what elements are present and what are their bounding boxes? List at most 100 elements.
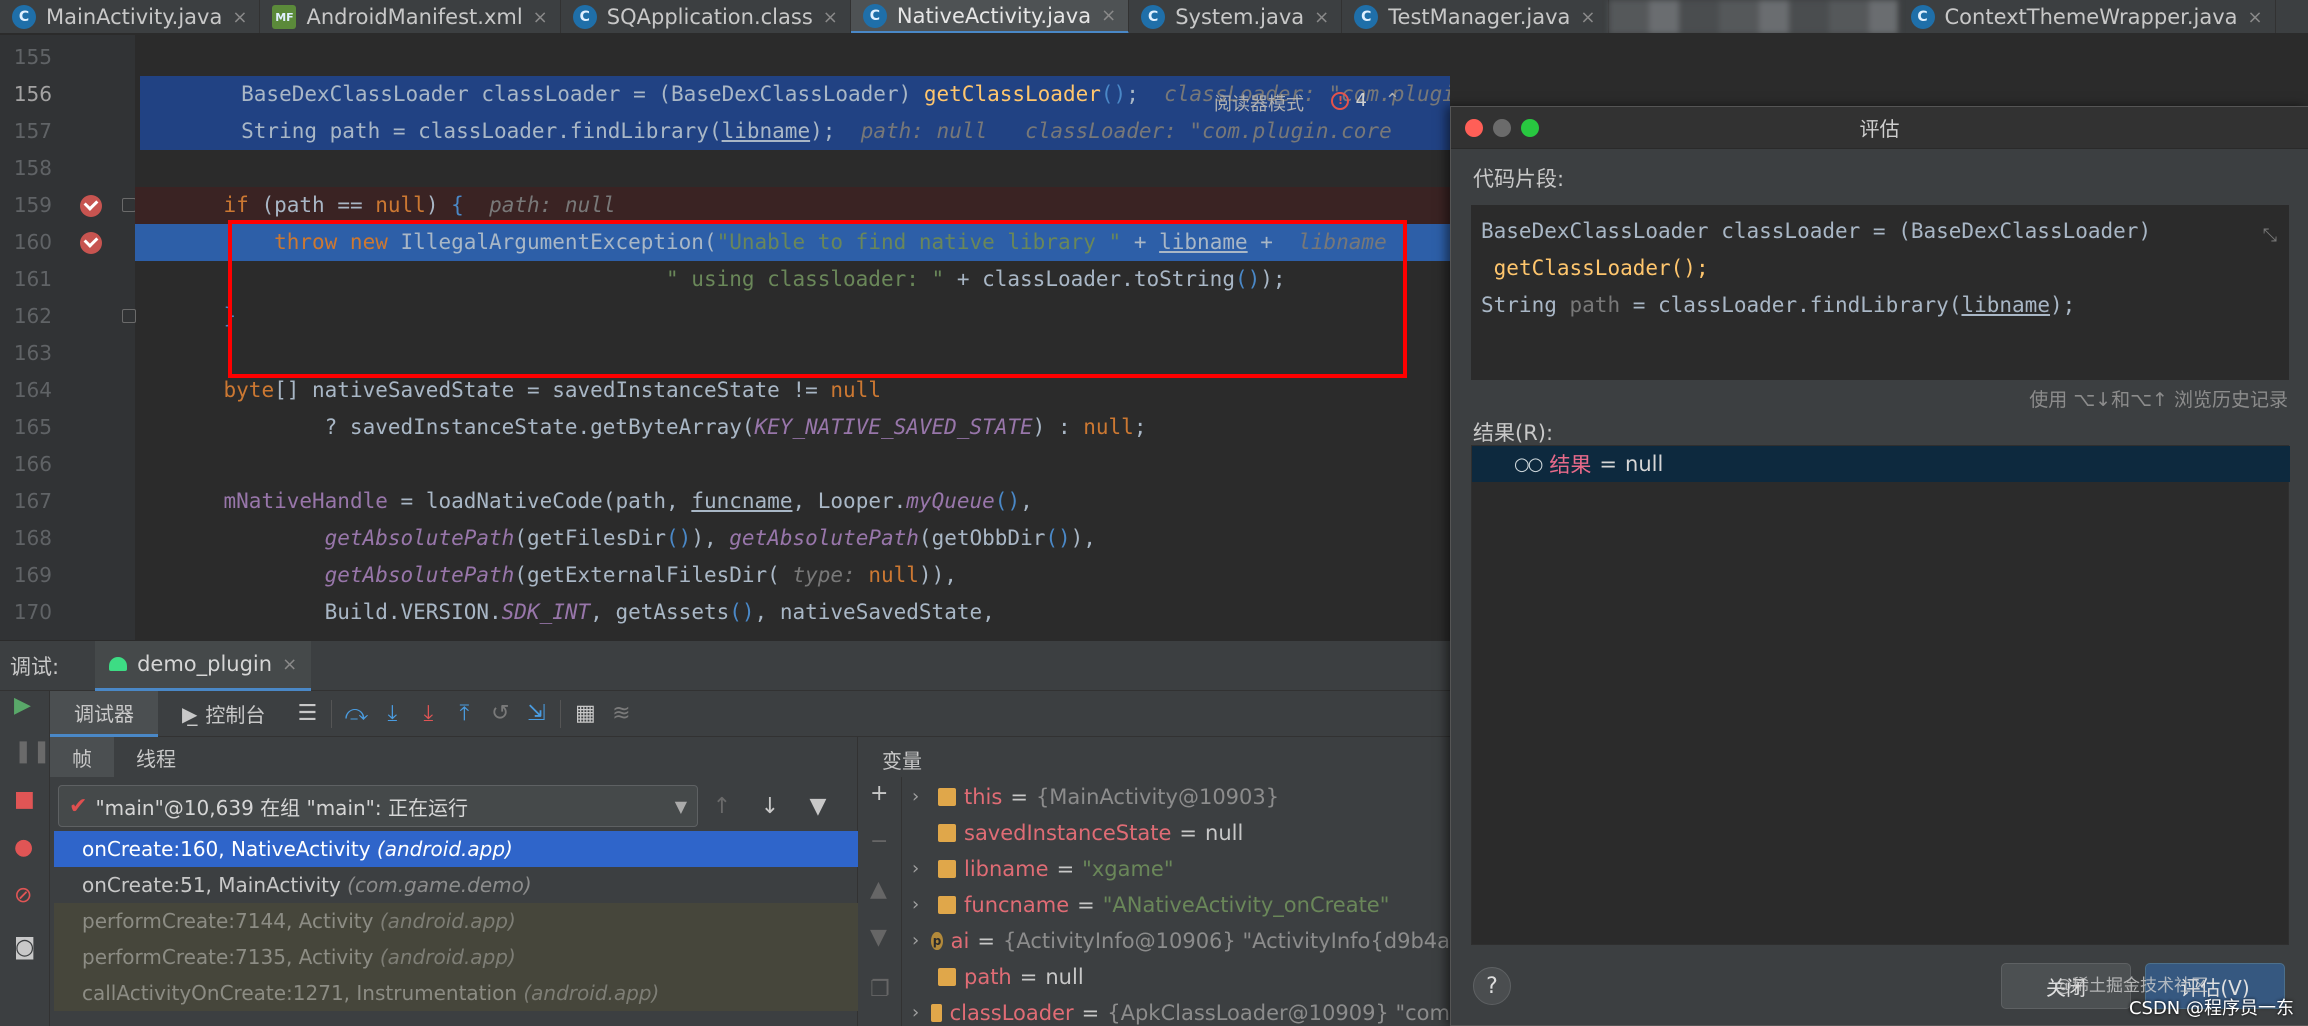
expand-arrow-icon[interactable]: › [912,995,923,1026]
tab-sqapplication[interactable]: C SQApplication.class × [561,0,851,33]
arrow-down-icon[interactable]: ↓ [746,794,794,819]
resume-icon[interactable]: ▶ [14,693,31,718]
line-number: 161 [13,267,52,291]
close-window-icon[interactable] [1465,118,1483,137]
variable-value: {ActivityInfo@10906} "ActivityInfo{d9b4a [1002,929,1450,953]
add-watch-icon[interactable]: + [870,781,888,806]
code-editor[interactable]: 155 156 157 158 159 160 161 162 163 164 … [0,35,1450,640]
close-icon[interactable]: × [282,654,297,675]
variable-name: savedInstanceState [964,821,1172,845]
tab-frames[interactable]: 帧 [50,737,114,777]
breakpoint-icon[interactable] [80,232,102,254]
variable-row[interactable]: › funcname = "ANativeActivity_onCreate" [902,887,1450,923]
force-step-into-icon[interactable]: ⤓ [410,691,446,737]
fold-icon[interactable] [122,309,136,323]
close-icon[interactable]: × [823,7,838,28]
expand-arrow-icon[interactable]: › [912,887,930,923]
help-button[interactable]: ? [1473,967,1511,1005]
tab-androidmanifest[interactable]: MF AndroidManifest.xml × [260,0,561,33]
class-file-icon: C [572,5,597,29]
close-icon[interactable]: × [1314,7,1329,28]
frame-method: callActivityOnCreate:1271, Instrumentati… [82,981,524,1005]
tab-label: TestManager.java [1388,5,1571,29]
tab-console[interactable]: ▶̲ 控制台 [158,691,289,737]
frame-item[interactable]: onCreate:160, NativeActivity (android.ap… [54,831,858,867]
expand-icon[interactable]: ⤡ [2263,217,2277,254]
menu-icon[interactable]: ☰ [289,691,325,737]
variable-row[interactable]: › libname = "xgame" [902,851,1450,887]
thread-row: ✔ "main"@10,639 在组 "main": 正在运行 ▼ ↑ ↓ ▼ [58,785,858,827]
arrow-up-icon[interactable]: ↑ [698,794,746,819]
frame-package: (android.app) [376,837,513,861]
frame-package: (android.app) [379,909,516,933]
drop-frame-icon[interactable]: ↺ [482,691,518,737]
run-to-cursor-icon[interactable]: ⇲ [518,691,554,737]
thread-selector[interactable]: ✔ "main"@10,639 在组 "main": 正在运行 ▼ [58,785,698,827]
frame-item[interactable]: callActivityOnCreate:1271, Instrumentati… [54,975,858,1011]
result-eq: = [1599,452,1618,476]
tab-system[interactable]: C System.java × [1129,0,1343,33]
reader-mode-toggle[interactable]: 阅读器模式 [1214,90,1304,116]
expand-arrow-icon[interactable]: › [912,851,930,887]
dialog-titlebar[interactable]: 评估 [1451,107,2308,149]
fold-icon[interactable] [122,198,136,212]
close-icon[interactable]: × [232,7,247,28]
code-snippet-editor[interactable]: BaseDexClassLoader classLoader = (BaseDe… [1471,205,2289,380]
breakpoint-icon[interactable] [80,195,102,217]
variable-row[interactable]: › classLoader = {ApkClassLoader@10909} "… [902,995,1450,1026]
line-number: 157 [13,119,52,143]
tab-testmanager[interactable]: C TestManager.java × [1342,0,1609,33]
mute-breakpoints-icon[interactable]: ⊘ [14,883,32,908]
variable-name: funcname [964,893,1070,917]
tab-nativeactivity[interactable]: C NativeActivity.java × [850,0,1130,33]
variable-row[interactable]: savedInstanceState = null [902,815,1450,851]
move-down-icon[interactable]: ▼ [870,925,887,950]
minimize-window-icon[interactable] [1493,118,1511,137]
stop-icon[interactable]: ■ [14,787,35,812]
tab-redacted[interactable] [1608,0,1899,33]
thread-label: "main"@10,639 在组 "main": 正在运行 [95,795,468,820]
editor-tab-bar: C MainActivity.java × MF AndroidManifest… [0,0,2308,34]
tab-threads[interactable]: 线程 [114,737,198,777]
tab-mainactivity[interactable]: C MainActivity.java × [0,0,261,33]
variable-row[interactable]: path = null [902,959,1450,995]
variable-value: null [1205,821,1244,845]
expand-arrow-icon[interactable]: › [912,923,923,959]
frame-item[interactable]: performCreate:7144, Activity (android.ap… [54,903,858,939]
problems-indicator[interactable]: ! 4 ⌃ [1331,90,1400,111]
frame-list: onCreate:160, NativeActivity (android.ap… [54,831,858,1011]
close-icon[interactable]: × [533,7,548,28]
view-breakpoints-icon[interactable]: ● [14,835,33,860]
variable-row[interactable]: › this = {MainActivity@10903} [902,779,1450,815]
evaluate-expression-icon[interactable]: ▦ [567,691,603,737]
chevron-up-icon[interactable]: ⌃ [1385,90,1400,111]
step-out-icon[interactable]: ⤒ [446,691,482,737]
frame-item[interactable]: performCreate:7135, Activity (android.ap… [54,939,858,975]
close-icon[interactable]: × [1101,5,1116,26]
frame-item[interactable]: onCreate:51, MainActivity (com.game.demo… [54,867,858,903]
error-icon: ! [1331,91,1350,110]
close-icon[interactable]: × [1580,7,1595,28]
remove-watch-icon[interactable]: − [870,829,888,854]
pause-icon[interactable]: ❚❚ [14,739,51,764]
duplicate-icon[interactable]: ❐ [870,977,890,1002]
close-icon[interactable]: × [2248,7,2263,28]
code-line: } [223,304,237,328]
current-execution-line: throw new IllegalArgumentException("Unab… [135,224,1450,261]
maximize-window-icon[interactable] [1521,118,1539,137]
move-up-icon[interactable]: ▲ [870,877,887,902]
tab-contextthemewrapper[interactable]: C ContextThemeWrapper.java × [1899,0,2276,33]
step-into-icon[interactable]: ⤓ [374,691,410,737]
camera-icon[interactable]: ◙ [14,935,35,960]
trace-icon[interactable]: ≋ [603,691,639,737]
debug-session-tab[interactable]: demo_plugin × [95,641,312,691]
result-row[interactable]: ○○ 结果 = null [1472,446,2290,482]
variables-side-toolbar: + − ▲ ▼ ❐ [858,777,902,1026]
variable-row[interactable]: › p ai = {ActivityInfo@10906} "ActivityI… [902,923,1450,959]
filter-icon[interactable]: ▼ [794,794,842,819]
tab-debugger[interactable]: 调试器 [50,690,158,737]
variable-list: › this = {MainActivity@10903} savedInsta… [902,779,1450,1026]
expand-arrow-icon[interactable]: › [912,779,930,815]
step-over-icon[interactable]: ⤼ [338,691,374,737]
